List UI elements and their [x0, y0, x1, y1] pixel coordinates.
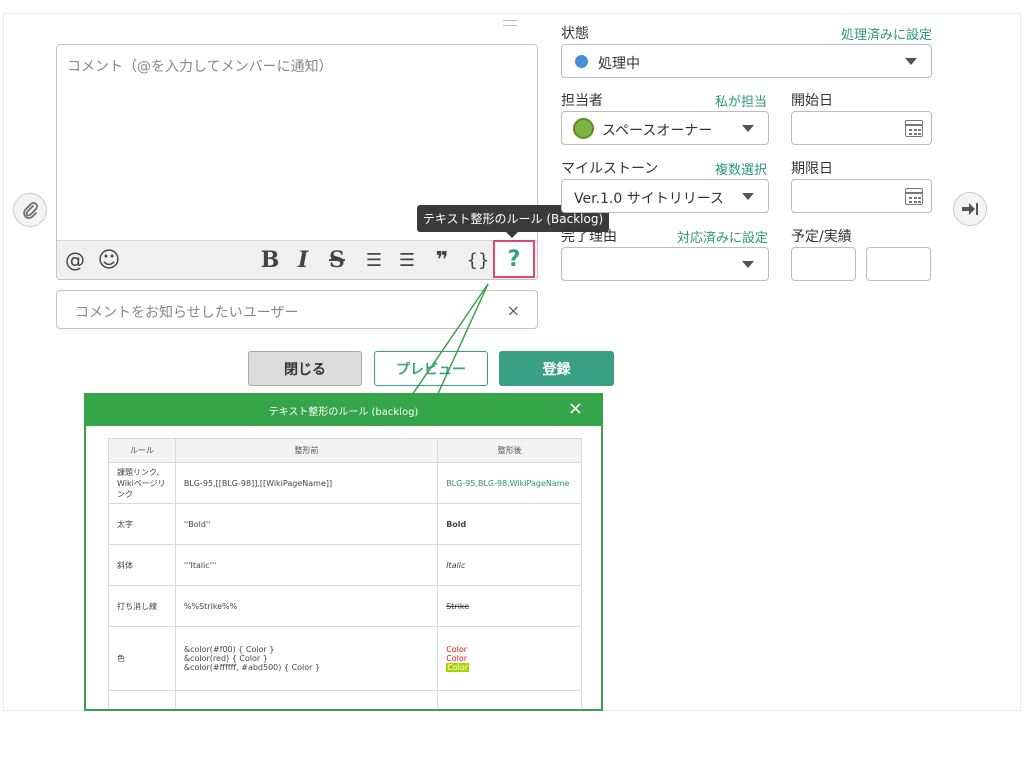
tooltip-arrow — [506, 232, 518, 238]
before-cell: ''Bold'' — [174, 503, 439, 545]
calendar-icon — [905, 188, 923, 205]
status-value: 処理中 — [598, 56, 640, 72]
question-icon: ? — [507, 246, 521, 272]
table-header-row: ルール 整形前 整形後 — [108, 438, 582, 463]
actual-hours-input[interactable] — [866, 247, 931, 281]
comment-placeholder: コメント（@を入力してメンバーに通知） — [67, 59, 333, 75]
strike-button[interactable]: S — [325, 241, 349, 279]
rule-cell: 斜体 — [108, 544, 176, 586]
bold-button[interactable]: B — [258, 241, 282, 279]
start-date-label: 開始日 — [791, 93, 833, 109]
status-label: 状態 — [561, 26, 589, 42]
resolution-label: 完了理由 — [561, 229, 617, 245]
before-cell: &color(#f00) { Color } &color(red) { Col… — [174, 626, 439, 691]
after-cell: BLG-95,BLG-98,WikiPageName — [437, 462, 582, 504]
milestone-select[interactable]: Ver.1.0 サイトリリース — [561, 179, 769, 213]
italic-button[interactable]: I — [293, 241, 313, 279]
table-row: 色 &color(#f00) { Color } &color(red) { C… — [108, 626, 582, 691]
expand-panel-button[interactable] — [953, 192, 987, 226]
chevron-down-icon — [742, 193, 754, 200]
table-row: 太字 ''Bold'' Bold — [108, 503, 582, 545]
after-line: Color — [446, 645, 468, 654]
code-icon[interactable]: {} — [465, 241, 491, 279]
emoji-icon[interactable]: ☺ — [97, 241, 121, 279]
after-cell: Bold — [437, 503, 582, 545]
quote-icon[interactable]: ❞ — [429, 241, 455, 279]
estimate-label: 予定/実績 — [791, 229, 852, 245]
estimated-hours-input[interactable] — [791, 247, 856, 281]
resolution-select[interactable] — [561, 247, 769, 281]
rule-cell: 太字 — [108, 503, 176, 545]
after-cell — [437, 690, 582, 709]
assignee-select[interactable]: スペースオーナー — [561, 111, 769, 145]
popup-title: テキスト整形のルール (backlog) — [268, 407, 419, 418]
start-date-input[interactable] — [791, 111, 932, 145]
status-dot-icon — [575, 55, 588, 68]
before-cell — [174, 690, 439, 709]
comment-editor[interactable]: コメント（@を入力してメンバーに通知） @ ☺ B I S ☰ ☰ ❞ {} — [56, 44, 538, 280]
format-rules-table: ルール 整形前 整形後 課題リンク、Wikiページリンク BLG-95,[[BL… — [108, 438, 582, 709]
due-date-label: 期限日 — [791, 161, 833, 177]
column-header: 整形前 — [174, 438, 439, 463]
drag-handle[interactable] — [503, 20, 517, 26]
chevron-down-icon — [905, 58, 917, 65]
multi-select-link[interactable]: 複数選択 — [715, 159, 767, 178]
milestone-value: Ver.1.0 サイトリリース — [574, 191, 725, 207]
table-row: 斜体 '''Italic''' Italic — [108, 544, 582, 586]
before-cell: BLG-95,[[BLG-98]],[[WikiPageName]] — [174, 462, 439, 504]
after-cell: Strike — [437, 585, 582, 627]
avatar — [573, 118, 594, 139]
status-select[interactable]: 処理中 — [561, 44, 932, 78]
rule-cell: 打ち消し線 — [108, 585, 176, 627]
table-row — [108, 690, 582, 709]
column-header: 整形後 — [437, 438, 582, 463]
chevron-down-icon — [742, 125, 754, 132]
format-toolbar: @ ☺ B I S ☰ ☰ ❞ {} — [57, 240, 537, 279]
set-fixed-link[interactable]: 対応済みに設定 — [677, 227, 768, 246]
after-line: Color — [446, 654, 468, 663]
close-button[interactable]: 閉じる — [248, 351, 362, 386]
arrow-right-bar-icon — [962, 203, 978, 215]
attach-button[interactable] — [13, 193, 47, 227]
assignee-value: スペースオーナー — [602, 123, 713, 139]
chevron-down-icon — [742, 261, 754, 268]
table-row: 課題リンク、Wikiページリンク BLG-95,[[BLG-98]],[[Wik… — [108, 462, 582, 504]
rule-cell: 課題リンク、Wikiページリンク — [108, 462, 176, 504]
rule-cell — [108, 690, 176, 709]
close-icon[interactable]: × — [568, 400, 583, 418]
before-line: &color(red) { Color } — [183, 654, 268, 663]
paperclip-icon — [23, 202, 38, 219]
before-line: &color(#f00) { Color } — [183, 645, 275, 654]
format-rules-popup: テキスト整形のルール (backlog) × ルール 整形前 整形後 課題リンク… — [84, 393, 603, 711]
assign-to-me-link[interactable]: 私が担当 — [715, 91, 767, 110]
numbered-list-icon[interactable]: ☰ — [395, 241, 419, 279]
after-cell: Color Color Color — [437, 626, 582, 691]
due-date-input[interactable] — [791, 179, 932, 213]
table-row: 打ち消し線 %%Strike%% Strike — [108, 585, 582, 627]
after-cell: Italic — [437, 544, 582, 586]
assignee-label: 担当者 — [561, 93, 603, 109]
before-cell: '''Italic''' — [174, 544, 439, 586]
column-header: ルール — [108, 438, 176, 463]
notify-placeholder: コメントをお知らせしたいユーザー — [75, 305, 299, 321]
before-line: &color(#ffffff, #abd500) { Color } — [183, 663, 321, 672]
rule-cell: 色 — [108, 626, 176, 691]
set-resolved-link[interactable]: 処理済みに設定 — [841, 24, 932, 43]
mention-icon[interactable]: @ — [64, 241, 86, 279]
popup-header: テキスト整形のルール (backlog) × — [86, 395, 601, 426]
calendar-icon — [905, 120, 923, 137]
milestone-label: マイルストーン — [561, 161, 659, 177]
after-line: Color — [446, 663, 470, 672]
bullet-list-icon[interactable]: ☰ — [362, 241, 386, 279]
before-cell: %%Strike%% — [174, 585, 439, 627]
callout-lines — [409, 283, 489, 399]
format-help-button[interactable]: ? — [493, 240, 535, 278]
